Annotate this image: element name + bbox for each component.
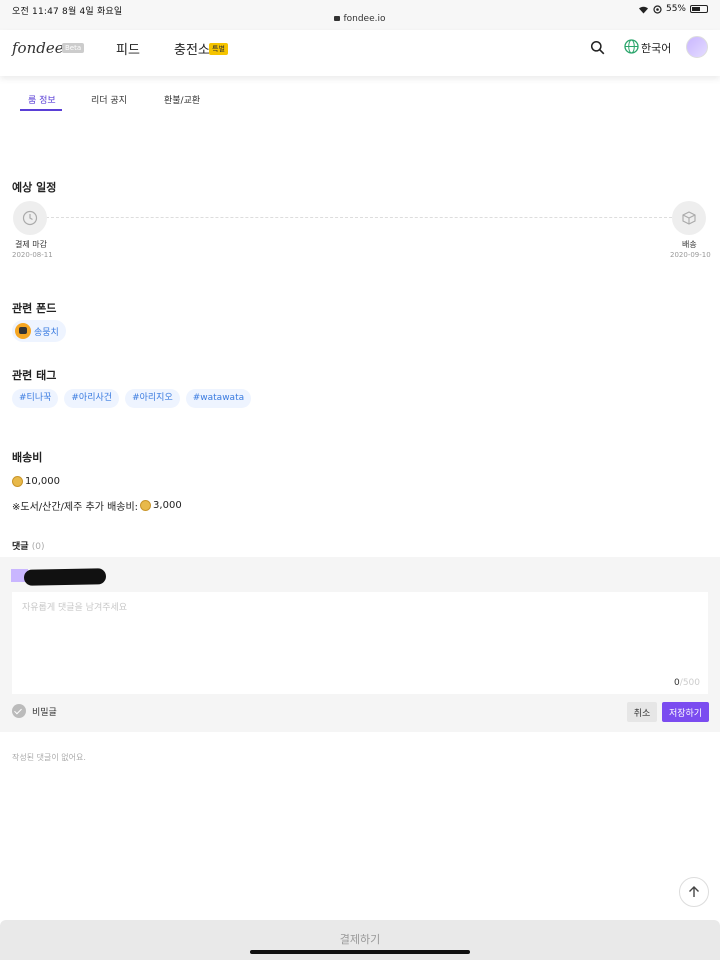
lock-icon: [334, 16, 341, 21]
status-bar: 오전 11:47 8월 4일 화요일 fondee.io 55%: [0, 0, 720, 30]
tag-item[interactable]: #아리지오: [125, 389, 180, 408]
site-header: fondee Beta 피드 충전소 특별 한국어: [0, 30, 720, 76]
shipping-title: 배송비: [12, 451, 43, 464]
nav-charging-station[interactable]: 충전소: [174, 39, 210, 58]
tag-list: #티나꾹 #아리사건 #아리지오 #watawata: [12, 389, 252, 408]
language-selector[interactable]: 한국어: [641, 40, 671, 56]
timeline-start-date: 2020-08-11: [12, 251, 53, 259]
related-tags-title: 관련 태그: [12, 369, 57, 382]
checkmark-icon: [12, 704, 26, 718]
shipping-extra-fee: ※도서/산간/제주 추가 배송비: 3,000: [12, 498, 182, 513]
timeline-start-label: 결제 마감: [15, 240, 47, 249]
related-fund-chip[interactable]: 송뭉치: [12, 320, 66, 342]
search-icon[interactable]: [590, 40, 605, 55]
tag-item[interactable]: #아리사건: [64, 389, 120, 408]
nav-special-badge: 특별: [209, 43, 228, 55]
coin-icon: [12, 476, 23, 487]
browser-url[interactable]: fondee.io: [0, 14, 720, 24]
timeline-end-date: 2020-09-10: [670, 251, 711, 259]
comments-title: 댓글 (0): [12, 539, 44, 552]
related-fund-title: 관련 폰드: [12, 302, 57, 315]
save-button[interactable]: 저장하기: [662, 702, 709, 722]
beta-badge: Beta: [62, 43, 85, 53]
comment-input[interactable]: [12, 592, 708, 694]
shipping-extra-value: 3,000: [153, 500, 182, 511]
timeline-line: [46, 217, 672, 218]
wifi-icon: [638, 6, 648, 13]
cancel-button[interactable]: 취소: [627, 702, 657, 722]
user-avatar[interactable]: [686, 36, 708, 58]
clock-icon: [22, 210, 38, 226]
fondee-logo[interactable]: fondee: [12, 39, 64, 57]
tag-item[interactable]: #watawata: [185, 389, 252, 408]
shipping-fee: 10,000: [12, 476, 60, 487]
related-fund-name: 송뭉치: [34, 327, 59, 338]
char-count-max: /500: [679, 678, 700, 688]
schedule-title: 예상 일정: [12, 181, 57, 194]
box-icon: [682, 211, 696, 225]
tab-room-info[interactable]: 룸 정보: [28, 93, 56, 106]
timeline-start-marker: [13, 201, 47, 235]
tab-active-indicator: [20, 109, 62, 111]
secret-comment-toggle[interactable]: 비밀글: [12, 704, 57, 718]
battery-percent: 55%: [665, 4, 686, 14]
comments-count: (0): [31, 542, 45, 552]
tab-refund-exchange[interactable]: 환불/교환: [164, 93, 200, 106]
commenter-name-redacted: [23, 568, 107, 586]
fund-avatar-icon: [15, 323, 31, 339]
shipping-extra-label: ※도서/산간/제주 추가 배송비:: [12, 502, 139, 513]
checkout-button[interactable]: 결제하기: [0, 920, 720, 960]
nav-feed[interactable]: 피드: [116, 39, 140, 58]
location-icon: [653, 4, 662, 14]
battery-icon: [690, 5, 708, 13]
empty-comments-message: 작성된 댓글이 없어요.: [12, 753, 86, 762]
arrow-up-icon: [689, 886, 699, 897]
tab-leader-notice[interactable]: 리더 공지: [91, 93, 127, 106]
shipping-fee-value: 10,000: [25, 476, 60, 487]
coin-icon: [140, 500, 152, 511]
globe-icon[interactable]: [624, 39, 639, 54]
status-indicators: 55%: [638, 4, 708, 14]
tag-item[interactable]: #티나꾹: [12, 389, 59, 408]
scroll-to-top-button[interactable]: [679, 877, 709, 907]
comment-char-count: 0/500: [674, 678, 700, 688]
timeline-end-marker: [672, 201, 706, 235]
comment-form: 0/500 비밀글 취소 저장하기: [0, 557, 720, 732]
home-indicator: [250, 950, 470, 954]
secret-comment-label: 비밀글: [32, 707, 57, 718]
comments-title-text: 댓글: [12, 542, 29, 552]
browser-url-text: fondee.io: [343, 14, 386, 24]
timeline-end-label: 배송: [682, 240, 697, 249]
